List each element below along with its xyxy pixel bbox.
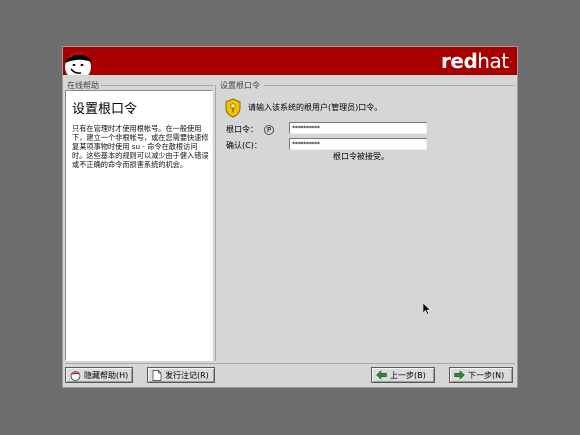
redhat-banner: redhat.	[63, 47, 517, 75]
main-section-label: 设置根口令	[220, 81, 260, 90]
root-password-input[interactable]: **********	[289, 122, 427, 134]
installer-window: redhat. 在线帮助 设置根口令 只有在管理时才使用根帐号。在一般使用下，建…	[62, 46, 518, 388]
redhat-logo: redhat.	[441, 49, 512, 73]
release-notes-button[interactable]: 发行注记(R)	[147, 367, 215, 383]
document-icon	[152, 369, 162, 381]
help-text: 只有在管理时才使用根帐号。在一般使用下，建立一个非根帐号，或在您需要快速修复某项…	[72, 124, 209, 169]
shadowman-small-icon	[70, 370, 81, 381]
next-button[interactable]: 下一步(N)	[449, 367, 513, 383]
root-password-mnemonic: P	[264, 125, 275, 135]
help-label-rule	[101, 85, 213, 86]
panel-divider	[215, 85, 216, 361]
hide-help-button[interactable]: 隐藏帮助(H)	[65, 367, 133, 383]
password-prompt: 请输入该系统的根用户(管理员)口令。	[248, 103, 383, 112]
confirm-password-input[interactable]: **********	[289, 138, 427, 150]
shield-key-icon	[225, 98, 241, 118]
confirm-password-label: 确认(C)：	[226, 141, 262, 150]
password-status: 根口令被接受。	[333, 152, 389, 161]
button-bar-separator	[65, 363, 515, 364]
arrow-right-icon	[454, 370, 465, 380]
root-password-label: 根口令： P	[226, 124, 275, 135]
arrow-left-icon	[376, 370, 387, 380]
help-panel: 设置根口令 只有在管理时才使用根帐号。在一般使用下，建立一个非根帐号，或在您需要…	[65, 90, 213, 361]
shadowman-icon	[65, 51, 92, 75]
back-button[interactable]: 上一步(B)	[371, 367, 435, 383]
help-title: 设置根口令	[72, 102, 138, 117]
main-label-rule	[264, 85, 515, 86]
mouse-cursor-icon	[423, 303, 431, 315]
